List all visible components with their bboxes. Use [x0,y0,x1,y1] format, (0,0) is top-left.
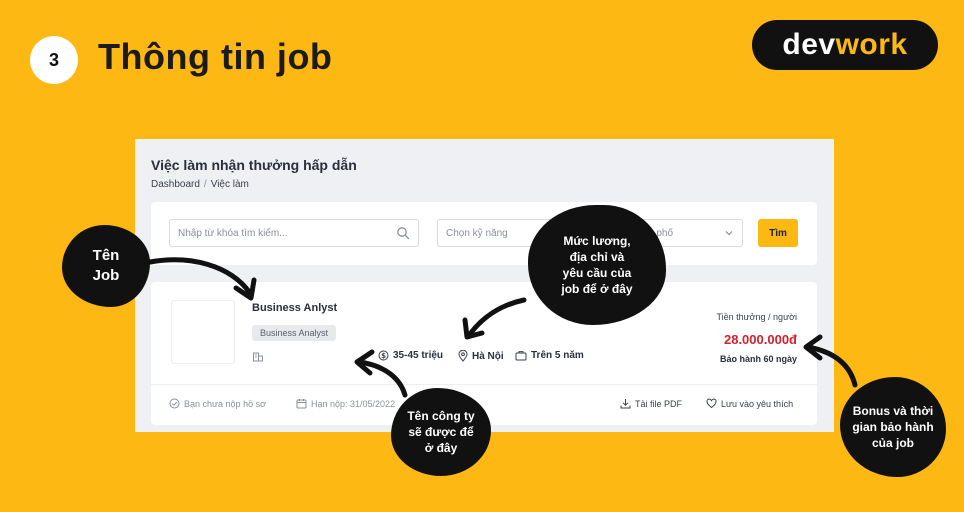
step-number-badge: 3 [30,36,78,84]
callout-company-line: ở đây [424,441,458,456]
search-icon [397,227,410,240]
app-screenshot: Việc làm nhận thưởng hấp dẫn Dashboard / V… [135,139,834,432]
cv-status-text: Bạn chưa nộp hồ sơ [184,398,266,409]
svg-text:$: $ [381,352,386,360]
skill-placeholder: Chọn kỹ năng [446,228,508,239]
calendar-icon [296,399,307,409]
callout-bonus-line: Bonus và thời [852,403,934,418]
cv-status: Bạn chưa nộp hồ sơ [169,398,266,409]
save-label: Lưu vào yêu thích [721,398,794,409]
chevron-down-icon [725,231,733,236]
logo-dev-text: dev [782,28,836,61]
salary-text: 35-45 triệu [393,350,444,361]
search-placeholder: Nhập từ khóa tìm kiếm... [178,228,288,239]
callout-salary-line: Mức lương, [563,233,631,248]
search-panel: Nhập từ khóa tìm kiếm... Chọn kỹ năng h … [151,202,817,265]
devwork-logo: dev work [752,20,938,70]
callout-salary-line: job để ở đây [561,282,633,297]
experience-meta: Trên 5 năm [515,350,584,361]
heart-icon [706,398,717,409]
save-favorite-button[interactable]: Lưu vào yêu thích [706,398,793,409]
callout-bonus-line: gian bảo hành [852,419,934,434]
download-label: Tải file PDF [635,398,683,409]
card-divider [151,384,817,385]
breadcrumb-dashboard[interactable]: Dashboard [151,179,200,190]
callout-salary-line: yêu cầu của [562,266,632,280]
building-icon [253,352,263,362]
check-circle-icon [169,398,180,409]
callout-job-line: Tên [92,246,120,264]
briefcase-icon [515,351,527,361]
warranty-period: Bảo hành 60 ngày [719,354,797,364]
money-icon: $ [378,350,389,361]
callout-bonus-line: của job [871,436,914,451]
callout-job-line: Job [92,267,120,284]
location-text: Hà Nội [472,350,504,362]
callout-bonus: Bonus và thời gian bảo hành của job [840,377,946,477]
page-title: Việc làm nhận thưởng hấp dẫn [151,157,357,173]
location-pin-icon [458,350,468,362]
breadcrumb: Dashboard / Việc làm [151,179,249,190]
callout-job-name: Tên Job [62,225,150,307]
download-pdf-button[interactable]: Tải file PDF [620,398,682,409]
logo-work-text: work [835,28,908,61]
skill-tag: Business Analyst [252,325,337,341]
callout-company-line: sẽ được để [408,424,474,439]
breadcrumb-jobs: Việc làm [210,179,249,190]
breadcrumb-separator: / [203,179,207,190]
callout-salary: Mức lương, địa chỉ và yêu cầu của job để… [528,205,666,325]
job-title[interactable]: Business Anlyst [252,302,337,314]
experience-text: Trên 5 năm [531,350,584,361]
callout-company-line: Tên công ty [407,408,475,423]
job-card[interactable]: Business Anlyst Business Analyst $ 35-45… [151,282,817,425]
callout-company: Tên công ty sẽ được để ở đây [391,388,491,476]
deadline-text: Hạn nộp: 31/05/2022 [311,398,396,409]
bonus-label: Tiền thưởng / người [716,312,797,322]
download-icon [620,399,631,409]
bonus-amount: 28.000.000đ [723,332,797,347]
slide-title: Thông tin job [98,36,333,77]
search-button[interactable]: Tìm [758,219,798,247]
salary-meta: $ 35-45 triệu [378,350,443,361]
company-logo [171,300,235,364]
deadline: Hạn nộp: 31/05/2022 [296,398,395,409]
callout-salary-line: địa chỉ và [569,249,625,264]
search-input[interactable]: Nhập từ khóa tìm kiếm... [169,219,419,247]
location-meta: Hà Nội [458,350,504,362]
